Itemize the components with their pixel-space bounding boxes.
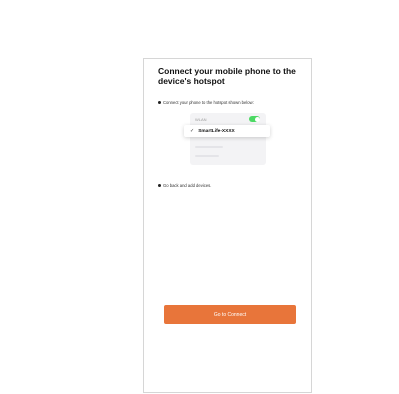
wifi-illustration: WLAN ✓ SmartLife-XXXX	[184, 110, 270, 166]
step-2-text: Go back and add devices.	[163, 183, 212, 188]
checkmark-icon: ✓	[190, 128, 195, 134]
placeholder-line	[195, 146, 223, 148]
instruction-step-1: Connect your phone to the hotspot shown …	[158, 100, 254, 105]
network-name: SmartLife-XXXX	[198, 128, 235, 134]
network-row-selected: ✓ SmartLife-XXXX	[184, 125, 270, 137]
wlan-toggle-icon	[249, 116, 260, 122]
page-title: Connect your mobile phone to the device'…	[158, 66, 296, 86]
wlan-label: WLAN	[195, 117, 207, 122]
toggle-knob	[254, 116, 260, 122]
bullet-dot-icon	[158, 101, 161, 104]
go-to-connect-button[interactable]: Go to Connect	[164, 305, 296, 324]
bullet-dot-icon	[158, 184, 161, 187]
wlan-settings-card: WLAN	[190, 113, 266, 165]
phone-screen: Connect your mobile phone to the device'…	[143, 58, 312, 393]
placeholder-line	[195, 155, 219, 157]
instruction-step-2: Go back and add devices.	[158, 183, 211, 188]
step-1-text: Connect your phone to the hotspot shown …	[163, 100, 254, 105]
